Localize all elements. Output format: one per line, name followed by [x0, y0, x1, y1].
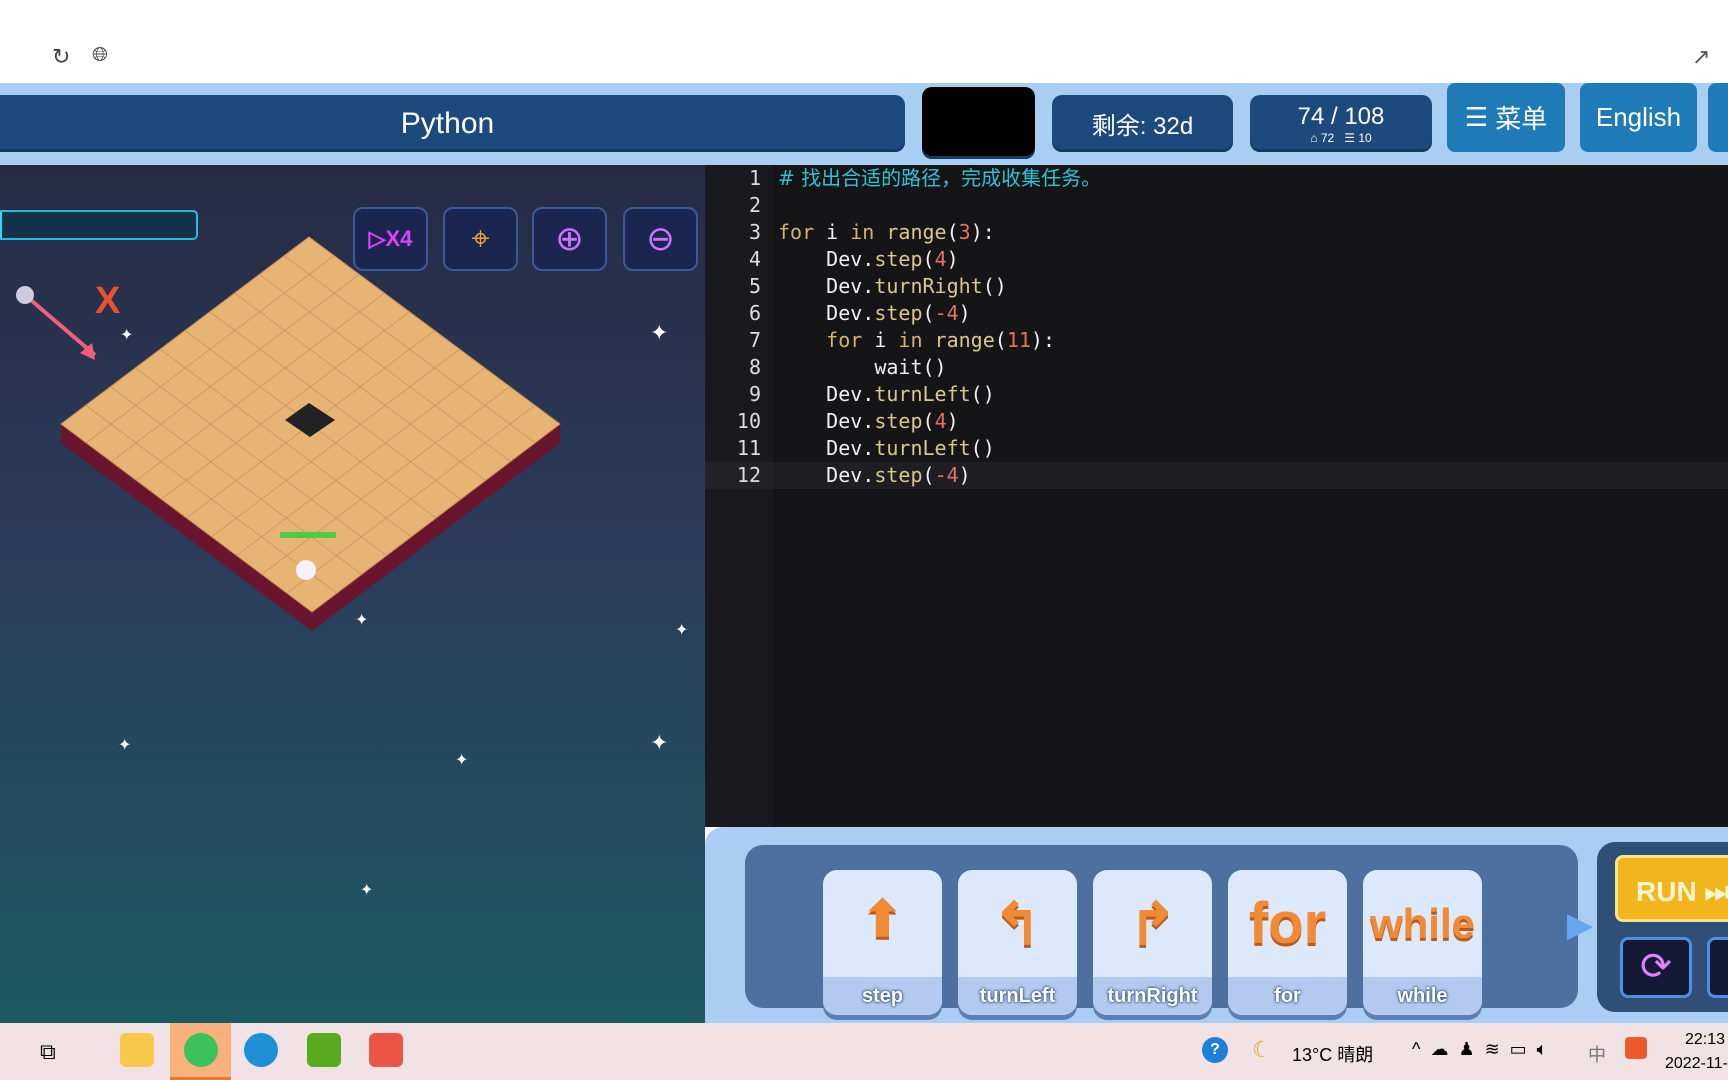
x-axis-arrow	[23, 293, 97, 357]
block-while[interactable]: while while	[1363, 870, 1482, 1015]
share-icon[interactable]: ↗	[1692, 44, 1710, 70]
language-button[interactable]: English	[1580, 83, 1697, 152]
extra-button[interactable]	[1708, 83, 1728, 152]
block-for[interactable]: for for	[1228, 870, 1347, 1015]
svg-text:✦: ✦	[120, 327, 133, 344]
block-palette: ⬆ step ↰ turnLeft ↱ turnRight for for while w…	[745, 845, 1578, 1015]
stop-button[interactable]	[1707, 937, 1728, 998]
turn-left-icon: ↰	[993, 892, 1042, 957]
camtasia-red-icon[interactable]	[369, 1033, 403, 1067]
run-button[interactable]: RUN ⏭	[1615, 855, 1728, 922]
code-editor[interactable]: 1 2 3 4 5 6 7 8 9 10 11 12 # 找出合适的路径，完成收集任务。 for i …	[705, 165, 1728, 827]
robot-health-bar	[280, 532, 336, 538]
score: 74 / 108	[1297, 102, 1385, 130]
code-line: for i in range(3):	[778, 220, 995, 244]
list-icon: ☰	[1464, 102, 1496, 132]
menu-button[interactable]: ☰ 菜单	[1447, 83, 1565, 152]
block-step[interactable]: ⬆ step	[823, 870, 942, 1015]
code-line: for i in range(11):	[826, 328, 1055, 352]
block-turnleft[interactable]: ↰ turnLeft	[958, 870, 1077, 1015]
ime-indicator[interactable]: 中	[1588, 1041, 1606, 1067]
code-line: Dev.turnLeft()	[826, 382, 995, 406]
globe-icon[interactable]: 🌐︎	[92, 44, 108, 67]
level-title: Python	[0, 95, 905, 152]
taskbar: ⧉ ? ☾ 13°C 晴朗 ^☁♟≋▭🔈︎ 中 22:13 2022-11-	[0, 1023, 1728, 1080]
block-toolbar: ⬆ step ↰ turnLeft ↱ turnRight for for while w…	[705, 827, 1728, 1023]
svg-text:✦: ✦	[360, 882, 373, 899]
code-comment: # 找出合适的路径，完成收集任务。	[778, 166, 1102, 190]
robot	[296, 560, 316, 580]
svg-text:✦: ✦	[355, 612, 368, 629]
score-box: 74 / 108 ⌂ 72 ☰ 10	[1250, 95, 1432, 152]
code-line: Dev.turnLeft()	[826, 436, 995, 460]
redacted-box	[922, 87, 1035, 159]
game-view: ▷ X4 ⌖ ⊕ ⊖ X ✦ ✦ ✦ ✦ ✦ ✦ ✦ ✦	[0, 165, 705, 1023]
turn-right-icon: ↱	[1128, 892, 1177, 957]
file-explorer-icon[interactable]	[120, 1033, 154, 1067]
sogou-icon[interactable]	[1625, 1037, 1647, 1059]
svg-text:✦: ✦	[650, 320, 668, 345]
game-board: ✦ ✦ ✦ ✦ ✦ ✦ ✦ ✦	[16, 236, 688, 899]
footsteps-icon: ⬆	[861, 891, 904, 947]
code-line: Dev.turnRight()	[826, 274, 1007, 298]
system-tray-icons[interactable]: ^☁♟≋▭🔈︎	[1412, 1039, 1557, 1060]
svg-text:✦: ✦	[118, 737, 131, 754]
game-header: Python 剩余: 32d 74 / 108 ⌂ 72 ☰ 10 ☰ 菜单 E…	[0, 83, 1728, 165]
wechat-taskbar-item[interactable]	[170, 1023, 231, 1080]
code-line: Dev.step(-4)	[826, 301, 971, 325]
fast-forward-icon: ⏭	[1704, 876, 1728, 907]
clock-date[interactable]: 2022-11-	[1665, 1055, 1728, 1073]
code-line: wait()	[874, 355, 947, 379]
code-line: Dev.step(-4)	[826, 463, 971, 487]
moon-icon: ☾	[1252, 1037, 1272, 1062]
remaining-days: 剩余: 32d	[1052, 95, 1233, 152]
control-panel: RUN ⏭ ⟳	[1597, 842, 1728, 1012]
task-view-icon[interactable]: ⧉	[40, 1039, 56, 1065]
axis-origin	[16, 286, 34, 304]
svg-text:✦: ✦	[650, 730, 668, 755]
code-lines: # 找出合适的路径，完成收集任务。 for i in range(3): Dev…	[778, 165, 1728, 489]
edge-icon[interactable]	[244, 1033, 278, 1067]
scroll-right-arrow[interactable]: ▶	[1567, 905, 1593, 945]
camtasia-green-icon[interactable]	[307, 1033, 341, 1067]
block-turnright[interactable]: ↱ turnRight	[1093, 870, 1212, 1015]
browser-toolbar: ↻ 🌐︎ ↗	[0, 0, 1728, 83]
wechat-icon	[184, 1033, 218, 1067]
clock-time[interactable]: 22:13	[1685, 1031, 1725, 1049]
line-numbers: 1 2 3 4 5 6 7 8 9 10 11 12	[705, 165, 773, 827]
svg-text:✦: ✦	[675, 622, 688, 639]
refresh-icon: ⟳	[1640, 946, 1672, 988]
help-icon[interactable]: ?	[1202, 1037, 1228, 1063]
lines-icon: ☰	[1344, 130, 1359, 145]
gem-icon: ⌂	[1310, 130, 1321, 145]
svg-text:✦: ✦	[455, 752, 468, 769]
reload-icon[interactable]: ↻	[52, 44, 70, 70]
weather-text[interactable]: 13°C 晴朗	[1292, 1041, 1373, 1067]
code-line: Dev.step(4)	[826, 247, 959, 271]
reset-button[interactable]: ⟳	[1620, 937, 1692, 998]
code-line: Dev.step(4)	[826, 409, 959, 433]
